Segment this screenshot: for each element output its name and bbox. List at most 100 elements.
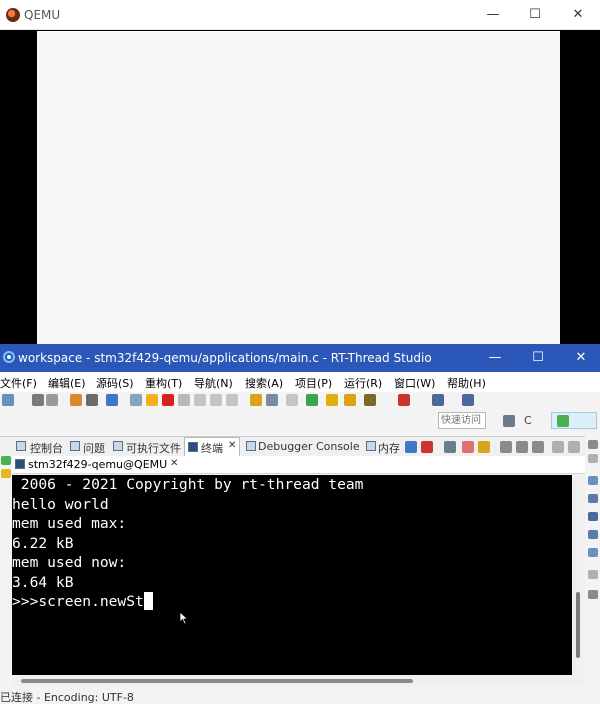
right-breakpoints-icon[interactable]	[588, 530, 598, 539]
terminal-line: 2006 - 2021 Copyright by rt-thread team	[12, 476, 364, 493]
bug-icon[interactable]	[326, 394, 338, 406]
studio-title: workspace - stm32f429-qemu/applications/…	[18, 351, 432, 365]
left-debug-icon[interactable]	[1, 456, 11, 465]
stop-icon[interactable]	[162, 394, 174, 406]
search-icon[interactable]	[364, 394, 376, 406]
right-minimize-icon[interactable]	[588, 440, 598, 449]
step-return-icon[interactable]	[226, 394, 238, 406]
qemu-minimize-button[interactable]: —	[482, 5, 504, 25]
debug-step-icon[interactable]	[130, 394, 142, 406]
right-variables-icon[interactable]	[588, 548, 598, 557]
studio-titlebar[interactable]: workspace - stm32f429-qemu/applications/…	[0, 344, 600, 372]
console-icon	[16, 441, 26, 451]
menu-project[interactable]: 项目(P)	[295, 375, 332, 391]
menu-bar: 文件(F) 编辑(E) 源码(S) 重构(T) 导航(N) 搜索(A) 项目(P…	[0, 372, 600, 392]
view-lock-icon[interactable]	[478, 441, 490, 453]
quick-access-input[interactable]	[438, 412, 486, 429]
vertical-scroll-thumb[interactable]	[576, 592, 580, 658]
toolbar-list-icon[interactable]	[266, 394, 278, 406]
qemu-maximize-button[interactable]: ☐	[524, 5, 546, 25]
left-warning-icon[interactable]	[1, 469, 11, 478]
terminal-cursor	[143, 592, 153, 610]
terminal-connection-tab[interactable]: stm32f429-qemu@QEMU	[28, 458, 167, 471]
qemu-close-button[interactable]: ✕	[567, 5, 589, 25]
menu-refactor[interactable]: 重构(T)	[145, 375, 182, 391]
tab-terminal-close-icon[interactable]: ✕	[228, 440, 236, 451]
back-arrow-icon[interactable]	[432, 394, 444, 406]
view-tab-bar: 控制台 问题 可执行文件 终端 ✕ Debugger Console 内存	[0, 436, 600, 457]
debug-bug-icon	[557, 415, 569, 427]
view-settings-icon[interactable]	[532, 441, 544, 453]
horizontal-scroll-thumb[interactable]	[21, 679, 413, 683]
download-icon[interactable]	[106, 394, 118, 406]
menu-source[interactable]: 源码(S)	[96, 375, 134, 391]
terminal-vertical-scrollbar[interactable]	[572, 475, 585, 686]
terminal-tab-bar: stm32f429-qemu@QEMU ✕	[12, 456, 585, 474]
view-stop-icon[interactable]	[421, 441, 433, 453]
open-folder-icon[interactable]	[344, 394, 356, 406]
status-bar: 已连接 - Encoding: UTF-8	[0, 687, 600, 704]
toolbar-misc-icon[interactable]	[286, 394, 298, 406]
pause-icon[interactable]	[146, 394, 158, 406]
save-icon[interactable]	[32, 394, 44, 406]
studio-maximize-button[interactable]: ☐	[527, 348, 549, 368]
view-new-terminal-icon[interactable]	[444, 441, 456, 453]
step-over-icon[interactable]	[210, 394, 222, 406]
menu-window[interactable]: 窗口(W)	[394, 375, 435, 391]
perspective-debug-button[interactable]	[551, 412, 597, 429]
tab-terminal[interactable]: 终端 ✕	[184, 437, 240, 457]
tab-memory[interactable]: 内存	[378, 440, 400, 456]
right-maximize-icon[interactable]	[588, 454, 598, 463]
qemu-display[interactable]	[37, 31, 560, 344]
new-icon[interactable]	[2, 394, 14, 406]
view-minimize-icon[interactable]	[552, 441, 564, 453]
mouse-pointer-icon	[179, 611, 189, 625]
build-icon[interactable]	[70, 394, 82, 406]
qemu-titlebar[interactable]: QEMU — ☐ ✕	[0, 0, 600, 30]
view-clear-icon[interactable]	[462, 441, 474, 453]
terminal-output[interactable]: 2006 - 2021 Copyright by rt-thread team …	[12, 475, 572, 686]
tab-problems[interactable]: 问题	[83, 440, 105, 456]
tab-console[interactable]: 控制台	[30, 440, 63, 456]
main-toolbar	[0, 392, 600, 410]
refresh-icon[interactable]	[306, 394, 318, 406]
toolbar-annotation-icon[interactable]	[398, 394, 410, 406]
forward-arrow-icon[interactable]	[462, 394, 474, 406]
terminal-tab-close-icon[interactable]: ✕	[170, 458, 178, 469]
menu-edit[interactable]: 编辑(E)	[48, 375, 86, 391]
right-registers-icon[interactable]	[588, 512, 598, 521]
menu-search[interactable]: 搜索(A)	[245, 375, 283, 391]
right-side-strip	[585, 436, 600, 686]
view-maximize-icon[interactable]	[568, 441, 580, 453]
view-paste-icon[interactable]	[516, 441, 528, 453]
perspective-c-label[interactable]: C	[524, 414, 532, 427]
menu-help[interactable]: 帮助(H)	[447, 375, 486, 391]
rt-thread-studio-window: workspace - stm32f429-qemu/applications/…	[0, 344, 600, 704]
studio-close-button[interactable]: ✕	[570, 348, 592, 368]
menu-run[interactable]: 运行(R)	[344, 375, 382, 391]
terminal-prompt-text: >>>screen.newSt	[12, 593, 144, 610]
disconnect-icon[interactable]	[178, 394, 190, 406]
right-build-targets-icon[interactable]	[588, 494, 598, 503]
tab-terminal-label: 终端	[201, 442, 223, 455]
save-all-icon[interactable]	[46, 394, 58, 406]
terminal-horizontal-scrollbar[interactable]	[12, 675, 572, 686]
settings-wrench-icon[interactable]	[86, 394, 98, 406]
menu-file[interactable]: 文件(F)	[0, 375, 37, 391]
terminal-line: mem used now:	[12, 554, 127, 571]
qemu-logo-icon	[6, 8, 20, 22]
menu-navigate[interactable]: 导航(N)	[194, 375, 233, 391]
right-restore-icon[interactable]	[588, 570, 598, 579]
open-perspective-icon[interactable]	[503, 415, 515, 427]
view-action-icon[interactable]	[405, 441, 417, 453]
perspective-toolbar: C	[0, 410, 600, 432]
right-expressions-icon[interactable]	[588, 590, 598, 599]
view-copy-icon[interactable]	[500, 441, 512, 453]
step-into-icon[interactable]	[194, 394, 206, 406]
right-outline-icon[interactable]	[588, 476, 598, 485]
tab-debugger-console[interactable]: Debugger Console	[258, 440, 360, 453]
instruction-step-icon[interactable]	[250, 394, 262, 406]
studio-minimize-button[interactable]: —	[484, 348, 506, 368]
debugger-console-icon	[246, 441, 256, 451]
tab-executables[interactable]: 可执行文件	[126, 440, 181, 456]
